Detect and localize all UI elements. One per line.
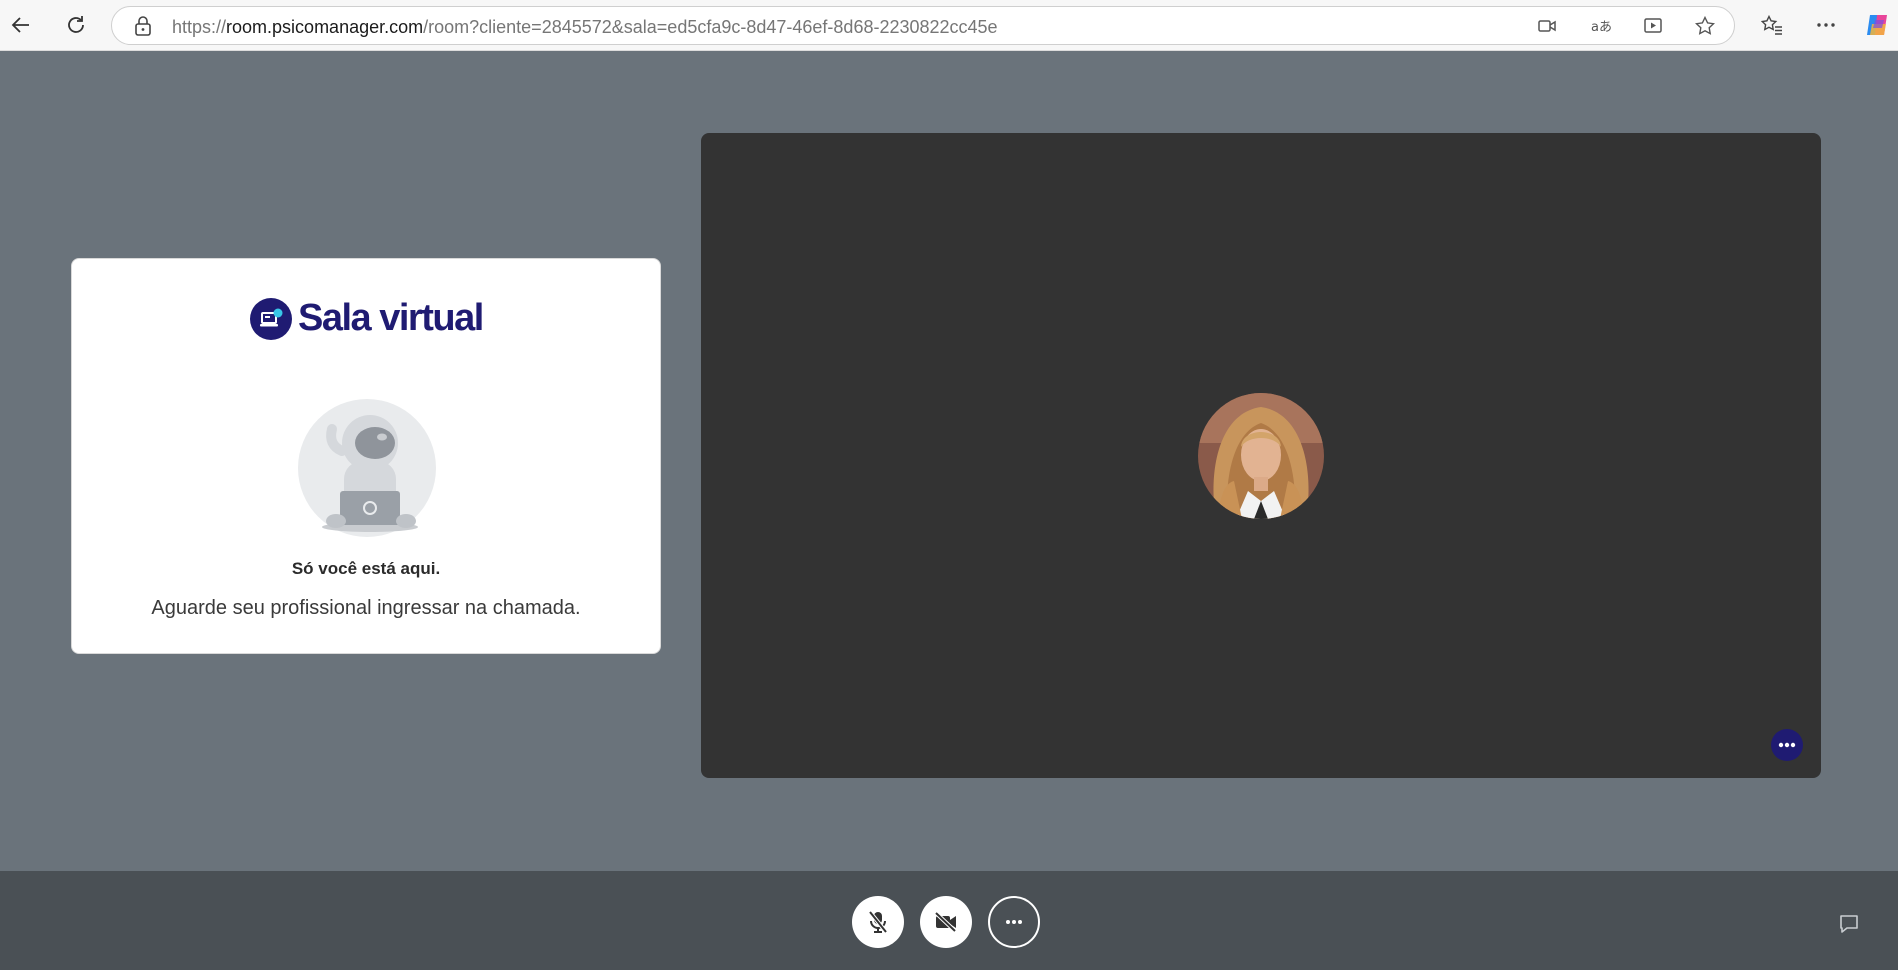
call-controls-bar (0, 871, 1898, 970)
more-options-icon (1006, 920, 1022, 924)
url-prefix: https:// (172, 17, 227, 37)
back-button[interactable] (5, 9, 37, 41)
camera-icon[interactable] (1536, 15, 1558, 37)
sala-virtual-logo: Sala virtual (250, 297, 484, 340)
favorite-star-icon[interactable] (1694, 15, 1716, 37)
waiting-card: Sala virtual Só você está aqui. Aguarde … (71, 258, 661, 654)
laptop-chat-icon (250, 297, 292, 340)
copilot-icon[interactable] (1864, 12, 1890, 38)
camera-off-icon (934, 912, 957, 932)
participant-video-tile[interactable] (701, 133, 1821, 778)
camera-toggle-button[interactable] (920, 896, 972, 948)
reload-button[interactable] (60, 9, 92, 41)
wait-message: Aguarde seu profissional ingressar na ch… (151, 597, 581, 619)
more-icon[interactable] (1813, 12, 1839, 38)
mic-off-icon (868, 910, 888, 934)
immersive-reader-icon[interactable] (1643, 15, 1665, 37)
chat-button[interactable] (1836, 911, 1862, 937)
logo-text: Sala virtual (298, 297, 484, 339)
url-path: /room?cliente=2845572&sala=ed5cfa9c-8d47… (423, 17, 998, 37)
address-bar[interactable]: https://room.psicomanager.com/room?clien… (111, 6, 1735, 45)
lock-icon[interactable] (134, 16, 152, 36)
mic-toggle-button[interactable] (852, 896, 904, 948)
svg-text:aあ: aあ (1591, 20, 1612, 35)
browser-toolbar: https://room.psicomanager.com/room?clien… (0, 0, 1898, 51)
participant-avatar (1198, 393, 1324, 519)
read-aloud-icon[interactable]: aあ (1589, 15, 1617, 37)
astronaut-illustration (298, 399, 436, 537)
tile-more-options-button[interactable] (1771, 729, 1803, 761)
url-host: room.psicomanager.com (226, 17, 424, 37)
url-text[interactable]: https://room.psicomanager.com/room?clien… (172, 17, 998, 38)
alone-title: Só você está aqui. (291, 559, 441, 578)
reload-icon (68, 16, 84, 33)
back-icon (11, 17, 29, 33)
chat-icon (1840, 915, 1858, 933)
favorites-icon[interactable] (1759, 12, 1785, 38)
tile-more-icon (1778, 742, 1796, 748)
more-options-button[interactable] (988, 896, 1040, 948)
